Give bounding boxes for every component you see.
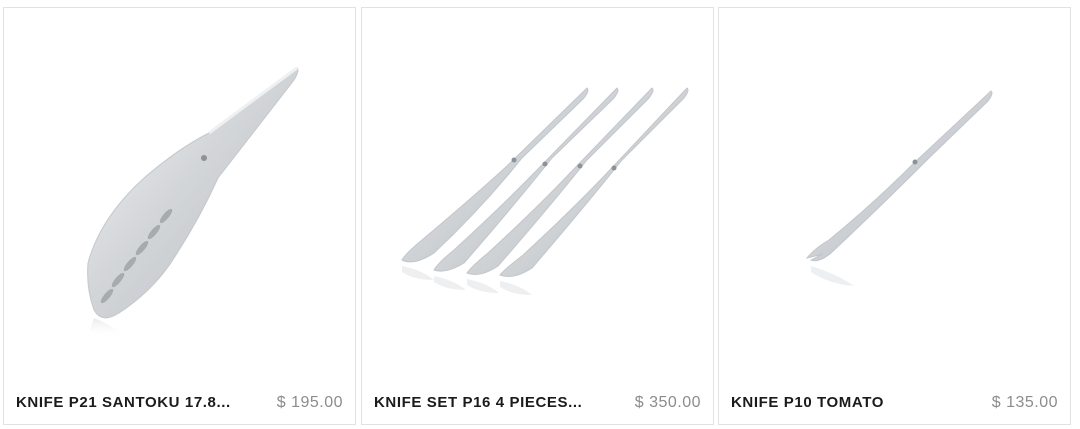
product-image[interactable] (719, 8, 1070, 368)
product-image[interactable] (362, 8, 713, 368)
product-name[interactable]: KNIFE P21 SANTOKU 17.8... (16, 394, 236, 411)
santoku-knife-image (87, 66, 299, 339)
product-price: $ 195.00 (276, 394, 343, 411)
product-name[interactable]: KNIFE P10 TOMATO (731, 394, 951, 411)
product-name[interactable]: KNIFE SET P16 4 PIECES... (374, 394, 594, 411)
steak-knife-set-image (401, 87, 689, 295)
product-grid: KNIFE P21 SANTOKU 17.8... $ 195.00 KNIFE… (3, 7, 1076, 426)
product-card[interactable]: KNIFE P10 TOMATO $ 135.00 (718, 7, 1071, 425)
product-price: $ 350.00 (634, 394, 701, 411)
product-card[interactable]: KNIFE P21 SANTOKU 17.8... $ 195.00 (3, 7, 356, 425)
product-image[interactable] (4, 8, 355, 368)
product-card[interactable]: KNIFE SET P16 4 PIECES... $ 350.00 (361, 7, 714, 425)
tomato-knife-image (805, 90, 993, 286)
product-price: $ 135.00 (991, 394, 1058, 411)
